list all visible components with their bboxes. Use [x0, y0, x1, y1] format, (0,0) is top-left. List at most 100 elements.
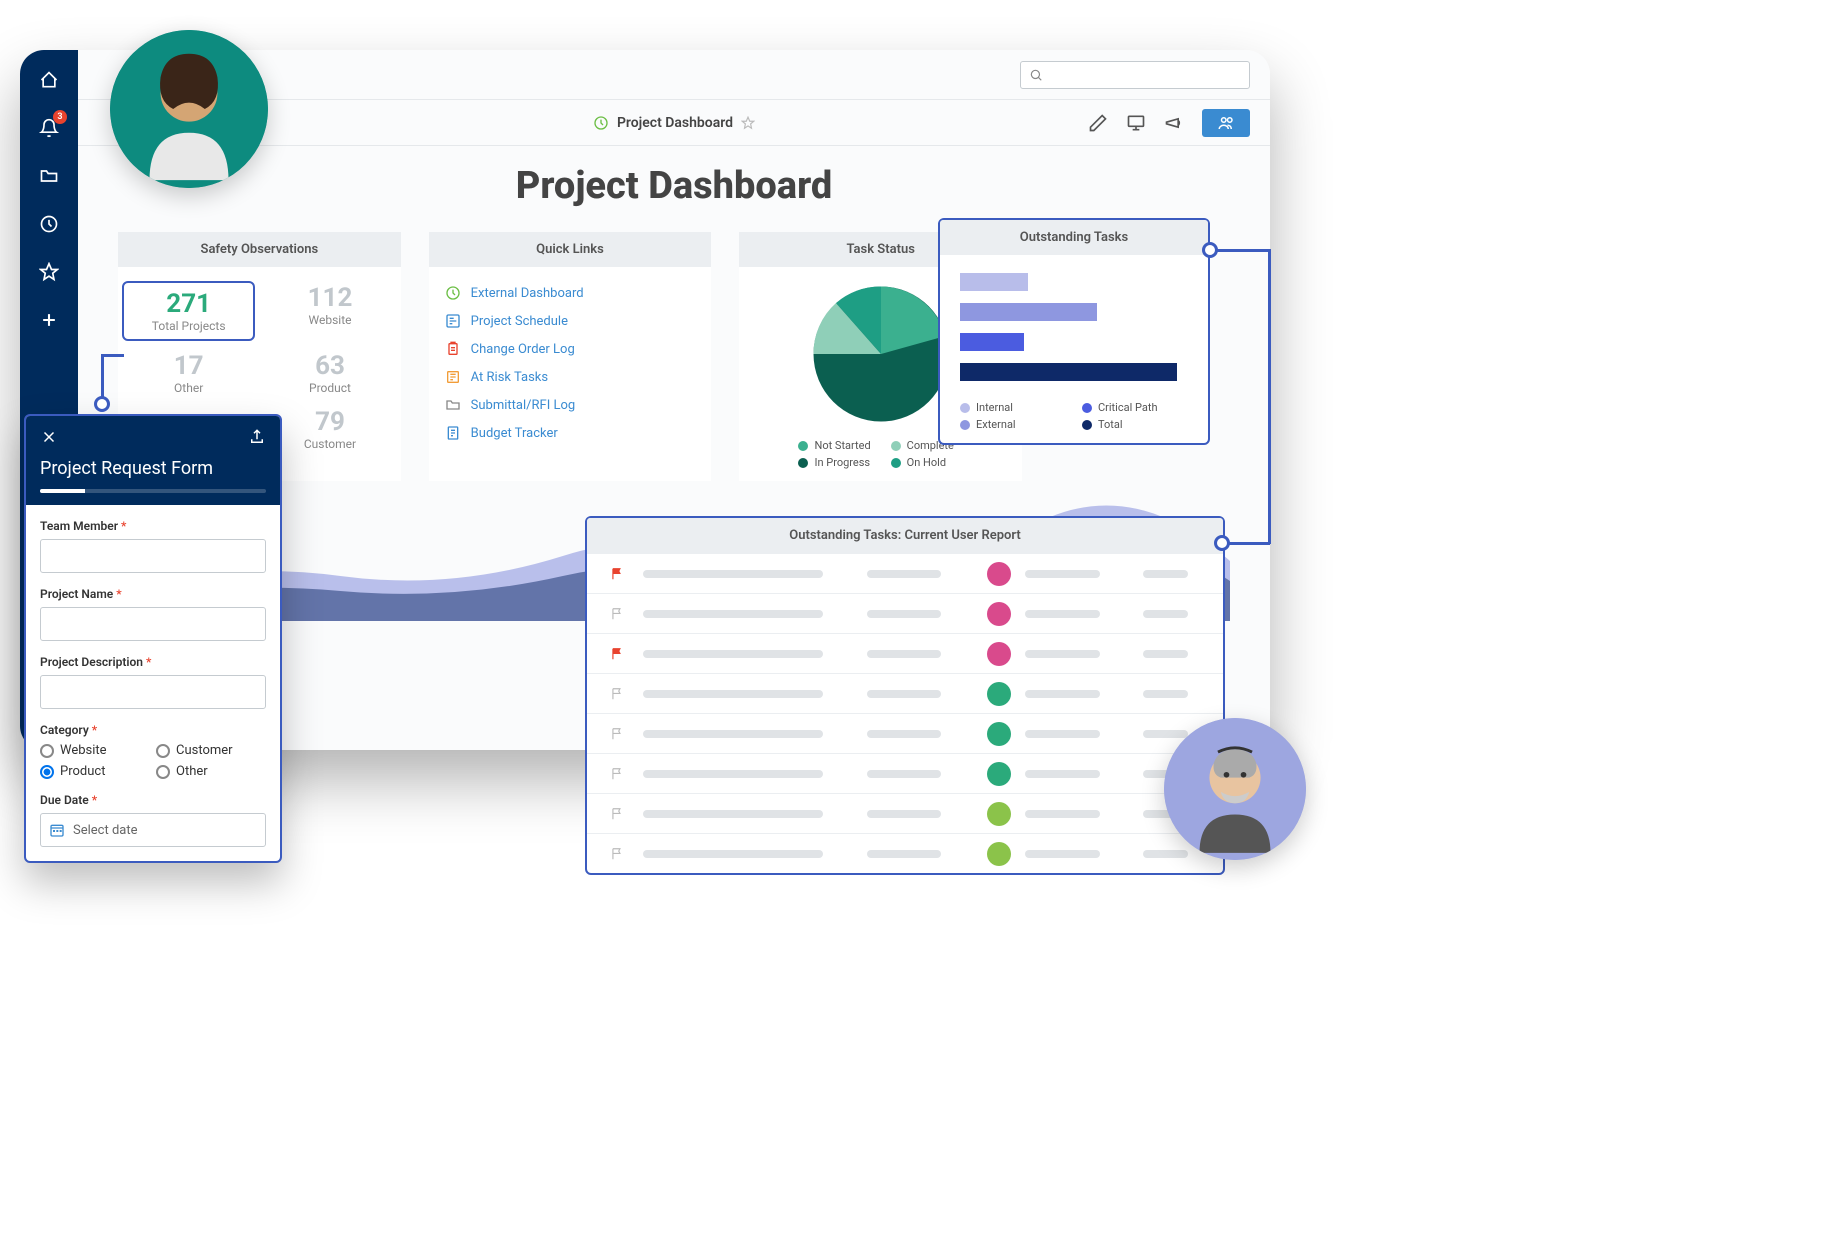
- legend-item: Total: [1082, 418, 1188, 431]
- flag-cell[interactable]: [597, 687, 637, 701]
- table-row[interactable]: [587, 633, 1223, 673]
- skel-cell: [1019, 650, 1137, 658]
- form-body: Team Member * Project Name * Project Des…: [26, 505, 280, 861]
- skel-cell: [637, 690, 861, 698]
- connector-dot: [94, 396, 110, 412]
- due-date-field[interactable]: Select date: [40, 813, 266, 847]
- widget-links: Quick Links External DashboardProject Sc…: [429, 232, 712, 481]
- bar-fill: [960, 333, 1024, 351]
- team-member-field[interactable]: [40, 539, 266, 573]
- table-row[interactable]: [587, 753, 1223, 793]
- share-icon[interactable]: [248, 428, 266, 446]
- table-row[interactable]: [587, 793, 1223, 833]
- avatar-cell: [979, 682, 1019, 706]
- star-icon[interactable]: [37, 260, 61, 284]
- flag-cell[interactable]: [597, 567, 637, 581]
- flag-icon: [610, 727, 624, 741]
- project-desc-field[interactable]: [40, 675, 266, 709]
- bar-chart: [940, 255, 1208, 401]
- skel-cell: [1019, 610, 1137, 618]
- bar-row: [960, 361, 1188, 383]
- title-actions: [1088, 109, 1250, 137]
- flag-cell[interactable]: [597, 807, 637, 821]
- link-item[interactable]: At Risk Tasks: [429, 363, 712, 391]
- legend-dot: [891, 441, 901, 451]
- stat-value: 17: [124, 351, 253, 381]
- share-button[interactable]: [1202, 109, 1250, 137]
- hero-title: Project Dashboard: [78, 164, 1270, 208]
- project-desc-label: Project Description *: [40, 655, 266, 669]
- report-title: Outstanding Tasks: Current User Report: [587, 518, 1223, 553]
- dashboard-icon: [593, 115, 609, 131]
- present-icon[interactable]: [1126, 113, 1146, 133]
- radio-option[interactable]: Other: [156, 764, 266, 779]
- connector-dot: [1202, 242, 1218, 258]
- link-item[interactable]: Project Schedule: [429, 307, 712, 335]
- folder-icon[interactable]: [37, 164, 61, 188]
- bar-fill: [960, 303, 1097, 321]
- table-row[interactable]: [587, 833, 1223, 873]
- flag-cell[interactable]: [597, 647, 637, 661]
- link-item[interactable]: Change Order Log: [429, 335, 712, 363]
- skel-cell: [861, 690, 979, 698]
- bell-icon[interactable]: 3: [37, 116, 61, 140]
- connector-line: [1223, 542, 1270, 545]
- flag-icon: [610, 847, 624, 861]
- home-icon[interactable]: [37, 68, 61, 92]
- close-icon[interactable]: [40, 428, 58, 446]
- legend-label: Total: [1098, 418, 1123, 431]
- stat-label: Total Projects: [130, 319, 247, 333]
- gantt-icon: [445, 313, 461, 329]
- avatar: [987, 722, 1011, 746]
- legend-dot: [798, 458, 808, 468]
- table-row[interactable]: [587, 593, 1223, 633]
- notification-badge: 3: [53, 110, 67, 124]
- bar-fill: [960, 273, 1028, 291]
- legend-dot: [1082, 420, 1092, 430]
- pie-svg: [806, 279, 956, 429]
- table-row[interactable]: [587, 673, 1223, 713]
- avatar-cell: [979, 562, 1019, 586]
- report-icon: [445, 425, 461, 441]
- link-item[interactable]: Budget Tracker: [429, 419, 712, 447]
- clock-icon[interactable]: [37, 212, 61, 236]
- project-name-field[interactable]: [40, 607, 266, 641]
- radio-circle: [40, 765, 54, 779]
- link-item[interactable]: External Dashboard: [429, 279, 712, 307]
- legend-item: External: [960, 418, 1066, 431]
- legend-label: In Progress: [814, 456, 870, 469]
- stat-value: 63: [265, 351, 394, 381]
- clipboard-icon: [445, 341, 461, 357]
- edit-icon[interactable]: [1088, 113, 1108, 133]
- legend-dot: [798, 441, 808, 451]
- page-title: Project Dashboard: [593, 115, 755, 131]
- plus-icon[interactable]: [37, 308, 61, 332]
- table-row[interactable]: [587, 553, 1223, 593]
- megaphone-icon[interactable]: [1164, 113, 1184, 133]
- avatar: [1164, 718, 1306, 860]
- skel-cell: [637, 810, 861, 818]
- users-icon: [1217, 114, 1235, 132]
- flag-cell[interactable]: [597, 727, 637, 741]
- link-label: Budget Tracker: [471, 426, 558, 441]
- table-row[interactable]: [587, 713, 1223, 753]
- radio-circle: [156, 765, 170, 779]
- avatar-cell: [979, 642, 1019, 666]
- flag-cell[interactable]: [597, 847, 637, 861]
- form-progress: [40, 489, 266, 493]
- link-item[interactable]: Submittal/RFI Log: [429, 391, 712, 419]
- flag-cell[interactable]: [597, 607, 637, 621]
- bar-row: [960, 271, 1188, 293]
- skel-cell: [1019, 770, 1137, 778]
- star-outline-icon[interactable]: [741, 116, 755, 130]
- radio-option[interactable]: Product: [40, 764, 150, 779]
- radio-option[interactable]: Customer: [156, 743, 266, 758]
- flag-cell[interactable]: [597, 767, 637, 781]
- connector-line: [1216, 249, 1270, 252]
- stat-cell: 17Other: [118, 345, 259, 401]
- legend-item: Critical Path: [1082, 401, 1188, 414]
- search-input[interactable]: [1020, 61, 1250, 89]
- radio-option[interactable]: Website: [40, 743, 150, 758]
- connector-dot: [1214, 535, 1230, 551]
- legend-item: Not Started: [798, 439, 870, 452]
